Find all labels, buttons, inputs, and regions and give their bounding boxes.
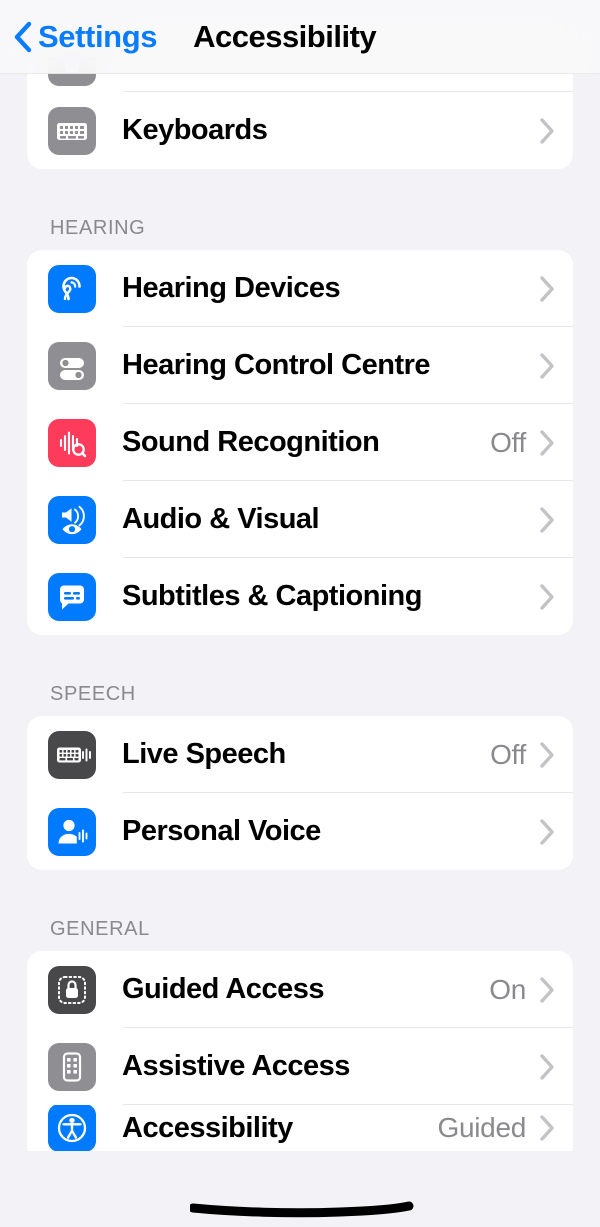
table-row-hearing-control-centre[interactable]: Hearing Control Centre [27, 327, 573, 404]
chevron-left-icon [14, 21, 32, 52]
chevron-right-icon [540, 275, 554, 302]
table-row-sound-recognition[interactable]: Sound Recognition Off [27, 404, 573, 481]
settings-group-speech: Live Speech Off Personal Voice [27, 716, 573, 870]
row-accessory: Off [490, 427, 573, 459]
settings-group-general: Guided Access On Assistive Access Access… [27, 951, 573, 1151]
row-accessory [540, 583, 573, 610]
table-row-assistive-access[interactable]: Assistive Access [27, 1028, 573, 1105]
chevron-right-icon [540, 1115, 554, 1141]
row-value: On [489, 973, 526, 1005]
table-row-live-speech[interactable]: Live Speech Off [27, 716, 573, 793]
waveform-magnifier-icon [48, 418, 96, 467]
chevron-right-icon [540, 741, 554, 768]
lock-dotted-icon [48, 965, 96, 1014]
settings-group-top: Keyboards [27, 58, 573, 169]
section-header-speech: SPEECH [50, 683, 136, 705]
chevron-right-icon [540, 506, 554, 533]
settings-group-hearing: Hearing Devices Hearing Control Centre S… [27, 250, 573, 635]
table-row-label: Audio & Visual [122, 503, 320, 535]
table-row-label: Guided Access [122, 973, 324, 1005]
toggles-icon [48, 341, 96, 390]
speaker-eye-icon [48, 495, 96, 544]
table-row-label: Sound Recognition [122, 426, 380, 458]
row-accessory: On [489, 974, 573, 1006]
section-header-hearing: HEARING [50, 217, 146, 239]
accessibility-person-icon [48, 1105, 96, 1151]
table-row-label: Subtitles & Captioning [122, 580, 422, 612]
navigation-bar: Settings Accessibility [0, 0, 600, 74]
table-row-label: Hearing Devices [122, 272, 341, 304]
row-accessory: Off [490, 739, 573, 771]
row-value: Off [490, 426, 526, 458]
table-row-guided-access[interactable]: Guided Access On [27, 951, 573, 1028]
chevron-right-icon [540, 352, 554, 379]
chevron-right-icon [540, 1053, 554, 1080]
ear-icon [48, 264, 96, 313]
chevron-right-icon [540, 583, 554, 610]
table-row-label: Hearing Control Centre [122, 349, 431, 381]
table-row-label: Live Speech [122, 738, 286, 770]
row-accessory [540, 275, 573, 302]
row-accessory: Guided [438, 1112, 574, 1144]
section-header-general: GENERAL [50, 918, 150, 940]
row-accessory [540, 117, 573, 144]
table-row-accessibility-shortcut[interactable]: Accessibility Guided [27, 1105, 573, 1151]
settings-scroll-area[interactable]: Keyboards HEARING Hearing Devices Hearin… [0, 0, 600, 1227]
keyboard-waveform-icon [48, 730, 96, 779]
settings-list: Keyboards HEARING Hearing Devices Hearin… [0, 0, 600, 1151]
back-button-label: Settings [38, 19, 158, 54]
chevron-right-icon [540, 429, 554, 456]
back-button[interactable]: Settings [12, 20, 157, 54]
chevron-right-icon [540, 818, 554, 845]
phone-grid-icon [48, 1042, 96, 1091]
table-row-label: Keyboards [122, 114, 268, 146]
table-row-keyboards[interactable]: Keyboards [27, 92, 573, 169]
person-waveform-icon [48, 807, 96, 856]
row-value: Guided [437, 1112, 527, 1143]
table-row-hearing-devices[interactable]: Hearing Devices [27, 250, 573, 327]
row-accessory [540, 1053, 573, 1080]
table-row-personal-voice[interactable]: Personal Voice [27, 793, 573, 870]
row-accessory [540, 506, 573, 533]
keyboard-icon [48, 106, 96, 155]
table-row-label: Accessibility [122, 1111, 293, 1144]
captions-bubble-icon [48, 572, 96, 621]
row-value: Off [490, 738, 526, 770]
chevron-right-icon [540, 117, 554, 144]
page-title: Accessibility [193, 19, 377, 54]
row-accessory [540, 818, 573, 845]
chevron-right-icon [540, 976, 554, 1003]
row-accessory [540, 352, 573, 379]
table-row-subtitles-captioning[interactable]: Subtitles & Captioning [27, 558, 573, 635]
table-row-label: Assistive Access [122, 1050, 350, 1082]
table-row-audio-visual[interactable]: Audio & Visual [27, 481, 573, 558]
table-row-label: Personal Voice [122, 815, 321, 847]
